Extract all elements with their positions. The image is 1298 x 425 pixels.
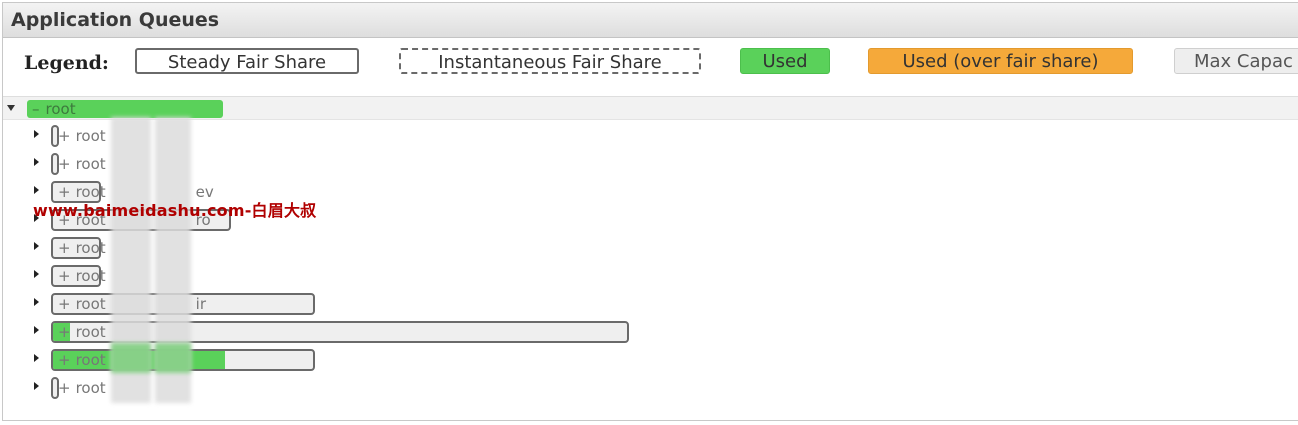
plus-icon[interactable]: + — [58, 323, 71, 341]
legend: Legend: Steady Fair Share Instantaneous … — [3, 40, 1298, 92]
expand-arrow-icon[interactable] — [34, 298, 39, 306]
queue-row[interactable]: + root — [3, 264, 1298, 288]
redaction-blur — [155, 343, 191, 373]
queue-name: root — [75, 351, 106, 369]
plus-icon[interactable]: + — [58, 295, 71, 313]
application-queues-panel: Application Queues Legend: Steady Fair S… — [2, 2, 1298, 421]
expand-arrow-icon[interactable] — [34, 326, 39, 334]
queue-row[interactable]: + root ir — [3, 292, 1298, 316]
panel-title: Application Queues — [11, 9, 220, 31]
panel-header: Application Queues — [3, 3, 1298, 38]
expand-arrow-icon[interactable] — [34, 354, 39, 362]
queue-name: root — [75, 267, 106, 285]
queue-name: root — [75, 295, 106, 313]
plus-icon[interactable]: + — [58, 267, 71, 285]
plus-icon[interactable]: + — [58, 127, 71, 145]
redaction-blur — [111, 343, 151, 373]
expand-arrow-icon[interactable] — [34, 130, 39, 138]
queue-row[interactable]: + root — [3, 152, 1298, 176]
legend-max-capacity: Max Capac — [1174, 48, 1298, 74]
plus-icon[interactable]: + — [58, 351, 71, 369]
legend-label: Legend: — [24, 52, 109, 74]
queue-name: root — [75, 239, 106, 257]
expand-arrow-icon[interactable] — [34, 270, 39, 278]
expand-arrow-icon[interactable] — [34, 242, 39, 250]
collapse-arrow-icon[interactable] — [7, 105, 15, 111]
queue-row[interactable]: + root — [3, 124, 1298, 148]
legend-used-over-fair-share: Used (over fair share) — [868, 48, 1133, 74]
legend-used: Used — [740, 48, 830, 74]
queue-name: root — [45, 100, 76, 118]
plus-icon[interactable]: + — [58, 155, 71, 173]
queue-root-row[interactable]: – root — [3, 96, 1298, 120]
queue-row[interactable]: + root — [3, 348, 1298, 372]
queue-name: root — [75, 127, 106, 145]
queue-row[interactable]: + root — [3, 376, 1298, 400]
expand-arrow-icon[interactable] — [34, 382, 39, 390]
plus-icon[interactable]: + — [58, 239, 71, 257]
queue-name: root — [75, 379, 106, 397]
queue-name: root — [75, 155, 106, 173]
expand-arrow-icon[interactable] — [34, 158, 39, 166]
legend-steady-fair-share: Steady Fair Share — [135, 48, 359, 74]
plus-icon[interactable]: + — [58, 379, 71, 397]
root-queue-label[interactable]: – root — [32, 100, 76, 118]
minus-icon[interactable]: – — [32, 100, 40, 118]
queue-name: root — [75, 323, 106, 341]
queue-row[interactable]: + root — [3, 320, 1298, 344]
queue-name-suffix: ir — [195, 295, 206, 313]
expand-arrow-icon[interactable] — [34, 186, 39, 194]
watermark: www.baimeidashu.com-白眉大叔 — [33, 201, 317, 220]
queue-row[interactable]: + root — [3, 236, 1298, 260]
legend-instantaneous-fair-share: Instantaneous Fair Share — [399, 48, 701, 74]
